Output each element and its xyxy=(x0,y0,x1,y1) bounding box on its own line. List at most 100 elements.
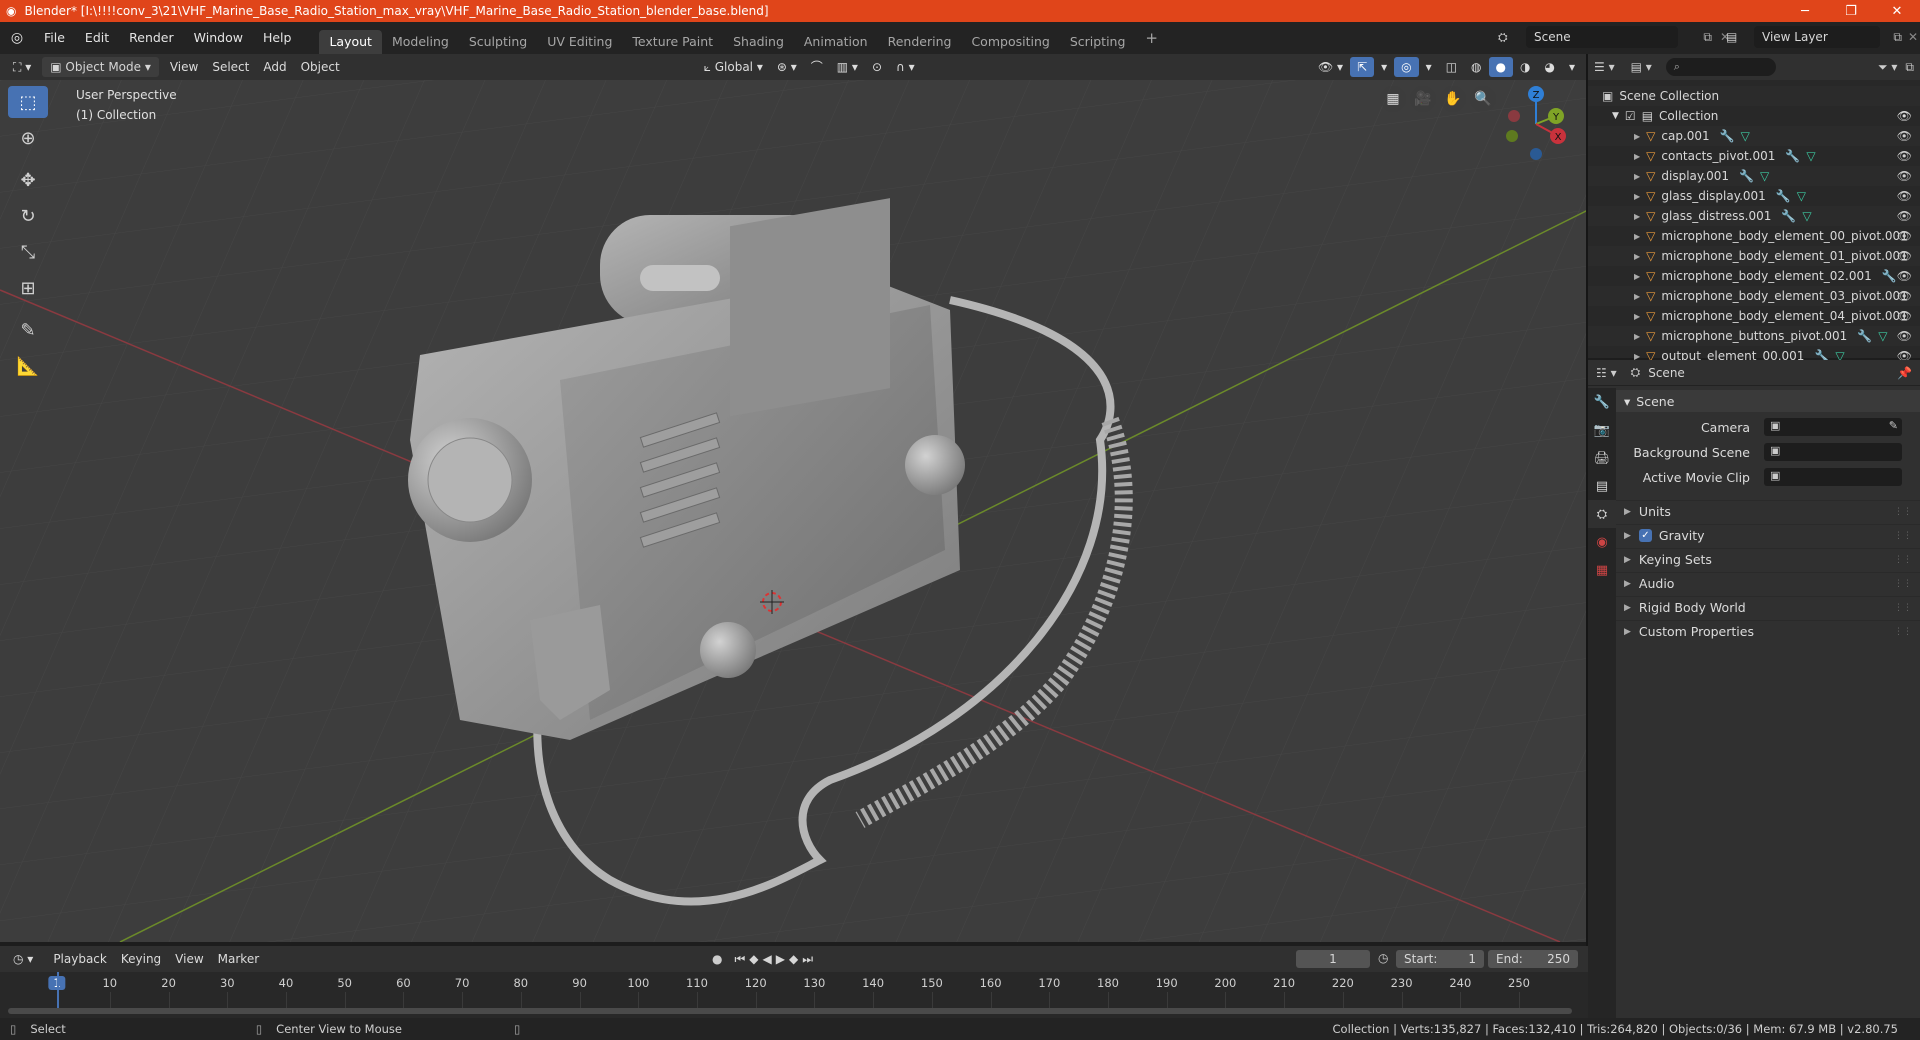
timeline-menu-view[interactable]: View xyxy=(168,949,210,969)
3d-viewport[interactable]: ⬚ ⊕ ✥ ↻ ⤡ ⊞ ✎ 📐 User Perspective (1) Col… xyxy=(0,80,1588,942)
outliner-item[interactable]: ▶ ▽ cap.001 🔧 ▽ 👁 xyxy=(1588,126,1920,146)
field-camera-input[interactable]: ▣ ✎ xyxy=(1764,418,1902,436)
close-button[interactable]: ✕ xyxy=(1874,0,1920,22)
pivot-point-icon[interactable]: ⊛ ▾ xyxy=(770,57,804,77)
outliner-item[interactable]: ▶ ▽ microphone_body_element_01_pivot.001 👁 xyxy=(1588,246,1920,266)
mesh-data-icon[interactable]: ▽ xyxy=(1797,189,1806,203)
scene-tab-icon[interactable]: ⛭ xyxy=(1588,500,1616,528)
transform-tool-icon[interactable]: ⊞ xyxy=(8,272,48,304)
expand-arrow-icon[interactable]: ▶ xyxy=(1634,192,1640,201)
pin-icon[interactable]: 📌 xyxy=(1897,366,1912,380)
viewport-menu-add[interactable]: Add xyxy=(256,57,293,77)
visibility-eye-icon[interactable]: 👁 xyxy=(1897,329,1912,343)
timeline-area[interactable]: 1102030405060708090100110120130140150160… xyxy=(0,972,1588,1018)
tab-layout[interactable]: Layout xyxy=(319,30,382,54)
next-keyframe-icon[interactable]: ◆ xyxy=(789,952,798,966)
scene-selector[interactable]: ⛭ Scene ⧉ ✕ xyxy=(1498,26,1730,48)
expand-arrow-icon[interactable]: ▶ xyxy=(1634,232,1640,241)
auto-keying-icon[interactable]: ● xyxy=(712,952,722,966)
delete-view-layer-icon[interactable]: ✕ xyxy=(1908,26,1918,48)
outliner-item[interactable]: ▶ ▽ microphone_body_element_02.001 🔧 👁 xyxy=(1588,266,1920,286)
tab-rendering[interactable]: Rendering xyxy=(878,30,962,54)
gizmo-toggle-icon[interactable]: ⇱ xyxy=(1350,57,1375,77)
material-shading-icon[interactable]: ◑ xyxy=(1513,57,1537,77)
visibility-eye-icon[interactable]: 👁 xyxy=(1897,109,1912,123)
section-keying-sets[interactable]: ▶ Keying Sets ⋮⋮ xyxy=(1616,548,1920,570)
modifier-wrench-icon[interactable]: 🔧 xyxy=(1785,149,1800,163)
gizmo-dropdown-icon[interactable]: ▾ xyxy=(1374,57,1394,77)
current-frame-field[interactable]: 1 xyxy=(1296,950,1370,968)
outliner-item[interactable]: ▶ ▽ glass_display.001 🔧 ▽ 👁 xyxy=(1588,186,1920,206)
camera-view-icon[interactable]: 🎥 xyxy=(1410,86,1436,112)
drag-handle-icon[interactable]: ⋮⋮ xyxy=(1894,603,1912,613)
visibility-eye-icon[interactable]: 👁 xyxy=(1897,189,1912,203)
timeline-scrollbar[interactable] xyxy=(8,1008,1572,1014)
modifier-wrench-icon[interactable]: 🔧 xyxy=(1857,329,1872,343)
outliner-item[interactable]: ▶ ▽ glass_distress.001 🔧 ▽ 👁 xyxy=(1588,206,1920,226)
expand-arrow-icon[interactable]: ▼ xyxy=(1612,111,1619,121)
tab-modeling[interactable]: Modeling xyxy=(382,30,459,54)
outliner-search-field[interactable]: ⌕ xyxy=(1665,58,1776,76)
playhead[interactable] xyxy=(57,972,59,1008)
mode-dropdown[interactable]: ▣ Object Mode ▾ xyxy=(42,57,159,77)
field-active-movie-clip-input[interactable]: ▣ xyxy=(1764,468,1902,486)
texture-tab-icon[interactable]: ▦ xyxy=(1588,556,1616,584)
navigation-gizmo[interactable]: Z Y X xyxy=(1500,84,1572,164)
toggle-camera-view-icon[interactable]: ▦ xyxy=(1380,86,1406,112)
play-icon[interactable]: ▶ xyxy=(776,952,785,966)
gizmo-neg-x-icon[interactable] xyxy=(1508,110,1520,122)
view-layer-selector[interactable]: ▤ View Layer ⧉ ✕ xyxy=(1726,26,1918,48)
new-collection-icon[interactable]: ⧉ xyxy=(1905,60,1914,75)
annotate-tool-icon[interactable]: ✎ xyxy=(8,314,48,346)
tab-scripting[interactable]: Scripting xyxy=(1060,30,1136,54)
section-audio[interactable]: ▶ Audio ⋮⋮ xyxy=(1616,572,1920,594)
mesh-data-icon[interactable]: ▽ xyxy=(1760,169,1769,183)
outliner-scene-collection[interactable]: ▣ Scene Collection xyxy=(1588,86,1920,106)
proportional-falloff-icon[interactable]: ∩ ▾ xyxy=(889,57,922,77)
visibility-eye-icon[interactable]: 👁 xyxy=(1897,249,1912,263)
menu-help[interactable]: Help xyxy=(253,27,302,49)
modifier-wrench-icon[interactable]: 🔧 xyxy=(1720,129,1735,143)
expand-arrow-icon[interactable]: ▶ xyxy=(1634,292,1640,301)
expand-arrow-icon[interactable]: ▶ xyxy=(1634,172,1640,181)
move-tool-icon[interactable]: ✥ xyxy=(8,164,48,196)
modifier-wrench-icon[interactable]: 🔧 xyxy=(1739,169,1754,183)
tab-shading[interactable]: Shading xyxy=(723,30,794,54)
jump-start-icon[interactable]: ⏮ xyxy=(734,952,745,967)
wireframe-shading-icon[interactable]: ◍ xyxy=(1464,57,1488,77)
snap-icon[interactable]: ⌒ xyxy=(804,57,830,77)
render-tab-icon[interactable]: 📷 xyxy=(1588,416,1616,444)
display-mode-icon[interactable]: ▤ ▾ xyxy=(1631,60,1652,74)
menu-render[interactable]: Render xyxy=(119,27,184,49)
snap-target-icon[interactable]: ▥ ▾ xyxy=(830,57,865,77)
expand-arrow-icon[interactable]: ▶ xyxy=(1634,332,1640,341)
collection-checkbox[interactable]: ☑ xyxy=(1625,109,1636,123)
overlays-dropdown-icon[interactable]: ▾ xyxy=(1419,57,1439,77)
outliner-item[interactable]: ▶ ▽ microphone_body_element_00_pivot.001 👁 xyxy=(1588,226,1920,246)
section-units[interactable]: ▶ Units ⋮⋮ xyxy=(1616,500,1920,522)
visibility-eye-icon[interactable]: 👁 xyxy=(1897,169,1912,183)
expand-arrow-icon[interactable]: ▶ xyxy=(1634,132,1640,141)
blender-menu-icon[interactable]: ◎ xyxy=(0,30,34,46)
timeline-menu-marker[interactable]: Marker xyxy=(211,949,266,969)
rendered-shading-icon[interactable]: ◕ xyxy=(1537,57,1561,77)
scale-tool-icon[interactable]: ⤡ xyxy=(8,236,48,268)
modifier-wrench-icon[interactable]: 🔧 xyxy=(1781,209,1796,223)
properties-editor-icon[interactable]: ☷ ▾ xyxy=(1596,366,1617,380)
visibility-eye-icon[interactable]: 👁 xyxy=(1897,229,1912,243)
menu-file[interactable]: File xyxy=(34,27,75,49)
world-tab-icon[interactable]: ◉ xyxy=(1588,528,1616,556)
tab-sculpting[interactable]: Sculpting xyxy=(459,30,537,54)
mesh-data-icon[interactable]: ▽ xyxy=(1741,129,1750,143)
outliner-editor-icon[interactable]: ☰ ▾ xyxy=(1594,60,1615,74)
visibility-eye-icon[interactable]: 👁 xyxy=(1897,129,1912,143)
prev-keyframe-icon[interactable]: ◆ xyxy=(749,952,758,966)
rotate-tool-icon[interactable]: ↻ xyxy=(8,200,48,232)
expand-arrow-icon[interactable]: ▶ xyxy=(1634,212,1640,221)
output-tab-icon[interactable]: 🖨 xyxy=(1588,444,1616,472)
xray-toggle-icon[interactable]: ◫ xyxy=(1439,57,1464,77)
scene-panel-header[interactable]: ▾ Scene xyxy=(1616,390,1920,412)
eyedropper-icon[interactable]: ✎ xyxy=(1889,419,1898,432)
visibility-icon[interactable]: 👁 ▾ xyxy=(1311,57,1350,77)
tool-tab-icon[interactable]: 🔧 xyxy=(1588,388,1616,416)
